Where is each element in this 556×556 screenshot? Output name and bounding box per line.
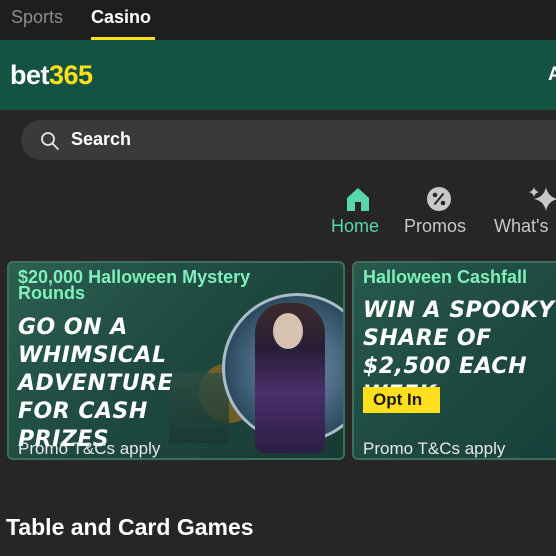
search-label: Search	[71, 129, 132, 149]
tab-sports[interactable]: Sports	[11, 7, 63, 28]
header-right-clipped-text[interactable]: A	[548, 64, 556, 86]
opt-in-button[interactable]: Opt In	[363, 387, 440, 413]
nav-home-label: Home	[331, 216, 380, 236]
search-bar[interactable]: Search	[21, 120, 556, 160]
promo-card-halloween-cashfall[interactable]: Halloween Cashfall WIN A SPOOKY SHARE OF…	[352, 261, 556, 460]
promo-terms-link[interactable]: Promo T&Cs apply	[363, 439, 505, 458]
promo-headline: GO ON A WHIMSICAL ADVENTURE FOR CASH PRI…	[18, 315, 174, 452]
home-icon	[347, 188, 369, 211]
casino-page: Sports Casino bet365 A Search Home Promo…	[0, 0, 556, 556]
search-icon	[41, 132, 59, 150]
promo-title: Halloween Cashfall	[363, 267, 528, 287]
tab-casino[interactable]: Casino	[91, 7, 151, 28]
promo-card-halloween-mystery[interactable]: $20,000 Halloween Mystery Rounds GO ON A…	[7, 261, 345, 460]
bet365-logo[interactable]: bet365	[10, 60, 93, 91]
logo-number-text: 365	[49, 60, 93, 90]
sparkle-icon	[529, 187, 556, 211]
top-tabs: Sports Casino	[0, 0, 556, 40]
percent-icon	[427, 187, 451, 211]
character-face-illustration	[273, 313, 303, 349]
nav-promos-label: Promos	[404, 216, 467, 236]
nav-whats-new-label: What's	[494, 216, 549, 236]
header-bar: bet365 A	[0, 40, 556, 110]
promo-terms-link[interactable]: Promo T&Cs apply	[18, 439, 160, 458]
promo-title: $20,000 Halloween Mystery Rounds	[18, 267, 251, 303]
logo-bet-text: bet	[10, 60, 50, 90]
section-title-table-card-games: Table and Card Games	[6, 514, 254, 540]
